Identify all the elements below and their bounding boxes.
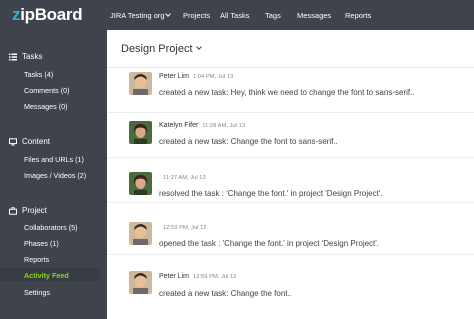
feed-message: created a new task: Change the font.. xyxy=(159,289,292,298)
sidebar: Tasks Tasks (4) Comments (0) Messages (0… xyxy=(0,30,107,319)
feed-item: Katelyn Fifer 11:28 AM, Jul 13 created a … xyxy=(107,113,474,158)
zipboard-logo[interactable]: zipBoard xyxy=(12,5,83,25)
feed-timestamp: 1:04 PM, Jul 13 xyxy=(192,74,234,80)
sidebar-item-messages[interactable]: Messages (0) xyxy=(24,102,68,111)
feed-author[interactable]: Peter Lim xyxy=(159,73,189,80)
project-header: Design Project xyxy=(107,30,474,68)
feed-item: 12:59 PM, Jul 12 opened the task : 'Chan… xyxy=(107,210,474,255)
sidebar-item-images-videos[interactable]: Images / Videos (2) xyxy=(24,171,86,180)
avatar[interactable] xyxy=(129,121,152,144)
sidebar-section-content: Content xyxy=(9,137,50,146)
feed-timestamp: 11:28 AM, Jul 13 xyxy=(202,123,246,129)
chevron-down-icon xyxy=(195,44,202,50)
sidebar-section-tasks: Tasks xyxy=(9,52,42,61)
monitor-icon xyxy=(9,137,17,146)
feed-message: opened the task : 'Change the font.' in … xyxy=(159,239,380,248)
feed-item: Peter Lim 1:04 PM, Jul 13 created a new t… xyxy=(107,68,474,113)
sidebar-item-settings[interactable]: Settings xyxy=(24,288,50,297)
avatar[interactable] xyxy=(129,172,152,195)
main-content: Design Project Peter Lim 1:04 PM, Jul 13 … xyxy=(107,30,474,319)
list-icon xyxy=(9,53,17,61)
nav-projects[interactable]: Projects xyxy=(183,11,210,20)
feed-timestamp: 12:59 PM, Jul 12 xyxy=(192,274,237,280)
sidebar-item-collaborators[interactable]: Collaborators (5) xyxy=(24,223,78,232)
feed-item: Peter Lim 12:59 PM, Jul 12 created a new … xyxy=(107,264,474,309)
feed-author[interactable]: Peter Lim xyxy=(159,273,189,280)
feed-timestamp: 12:59 PM, Jul 12 xyxy=(163,225,207,231)
briefcase-icon xyxy=(9,206,17,215)
feed-timestamp: 11:27 AM, Jul 13 xyxy=(163,175,206,181)
nav-tags[interactable]: Tags xyxy=(265,11,281,20)
feed-author[interactable]: Katelyn Fifer xyxy=(159,122,198,129)
nav-reports[interactable]: Reports xyxy=(345,11,371,20)
avatar[interactable] xyxy=(129,72,152,95)
sidebar-item-reports[interactable]: Reports xyxy=(24,255,49,264)
sidebar-item-tasks[interactable]: Tasks (4) xyxy=(24,70,53,79)
avatar[interactable] xyxy=(129,271,152,294)
project-selector[interactable]: Design Project xyxy=(121,43,202,55)
top-bar: zipBoard JIRA Testing org Projects All T… xyxy=(0,0,474,30)
sidebar-item-files-urls[interactable]: Files and URLs (1) xyxy=(24,155,84,164)
sidebar-item-activity-feed[interactable]: Activity Feed xyxy=(24,271,69,280)
feed-message: created a new task: Change the font to s… xyxy=(159,137,338,146)
feed-message: resolved the task : 'Change the font.' i… xyxy=(159,189,383,198)
org-selector[interactable]: JIRA Testing org xyxy=(110,11,172,20)
avatar[interactable] xyxy=(129,222,152,245)
sidebar-section-project: Project xyxy=(9,206,47,215)
feed-item: 11:27 AM, Jul 13 resolved the task : 'Ch… xyxy=(107,158,474,203)
nav-all-tasks[interactable]: All Tasks xyxy=(220,11,249,20)
chevron-down-icon xyxy=(165,11,172,17)
feed-message: created a new task: Hey, think we need t… xyxy=(159,88,415,97)
nav-messages[interactable]: Messages xyxy=(297,11,331,20)
sidebar-item-comments[interactable]: Comments (0) xyxy=(24,86,70,95)
sidebar-item-phases[interactable]: Phases (1) xyxy=(24,239,59,248)
